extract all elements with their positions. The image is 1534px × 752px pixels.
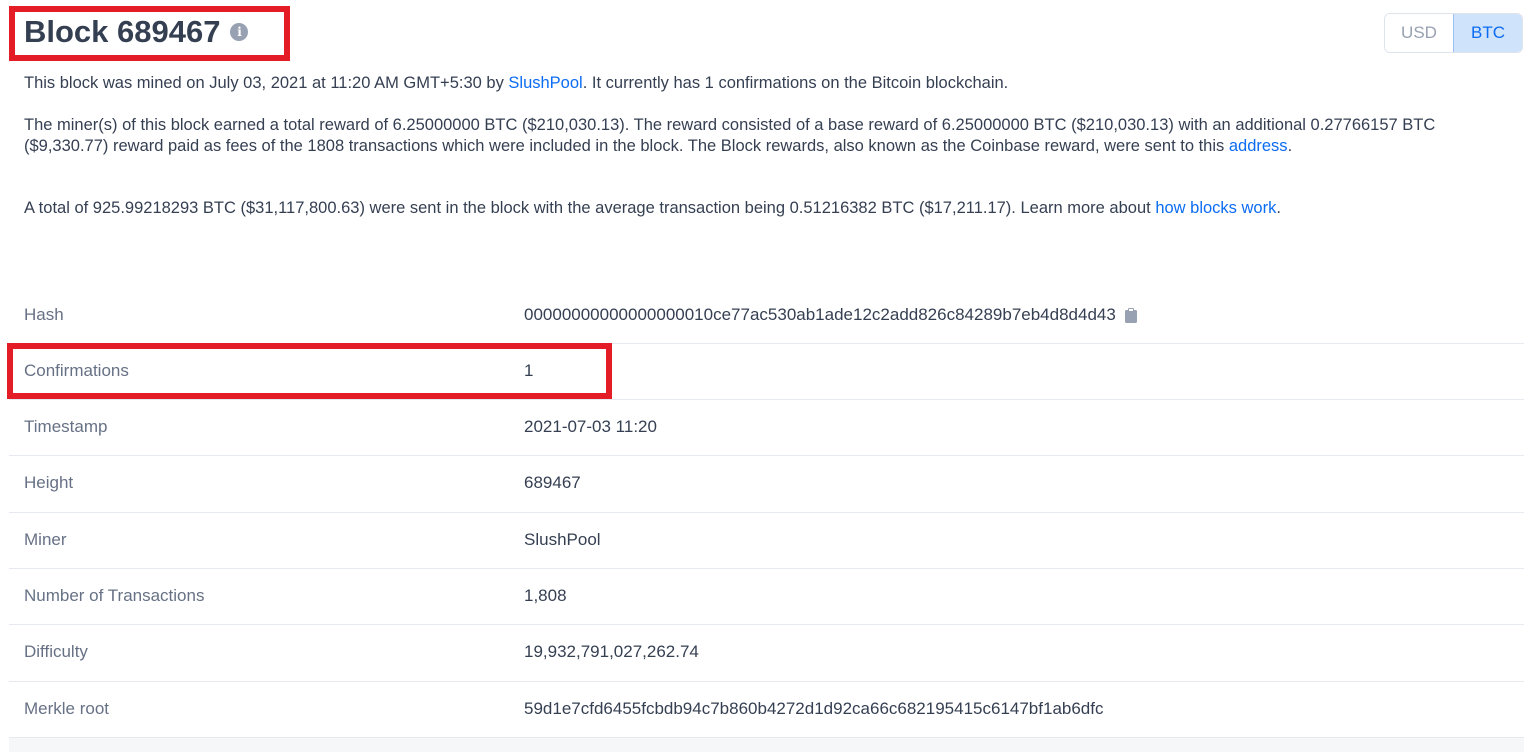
miner-value-link[interactable]: SlushPool [524, 530, 601, 550]
hash-value: 00000000000000000010ce77ac530ab1ade12c2a… [524, 305, 1137, 325]
total-text: A total of 925.99218293 BTC ($31,117,800… [24, 199, 1156, 217]
block-summary-total: A total of 925.99218293 BTC ($31,117,800… [24, 198, 1519, 219]
height-label: Height [24, 473, 74, 492]
table-row-height: Height 689467 [9, 456, 1524, 513]
timestamp-value: 2021-07-03 11:20 [524, 417, 657, 436]
confirmations-label: Confirmations [24, 361, 129, 380]
confirmations-text: . It currently has 1 confirmations on th… [582, 74, 1009, 92]
difficulty-value: 19,932,791,027,262.74 [524, 642, 699, 661]
next-row-strip [9, 738, 1524, 752]
difficulty-label: Difficulty [24, 642, 88, 661]
btc-toggle-button[interactable]: BTC [1453, 14, 1522, 52]
reward-text: The miner(s) of this block earned a tota… [24, 116, 1436, 155]
block-summary-reward: The miner(s) of this block earned a tota… [24, 115, 1519, 157]
num-transactions-label: Number of Transactions [24, 586, 205, 605]
table-row-merkle: Merkle root 59d1e7cfd6455fcbdb94c7b860b4… [9, 682, 1524, 738]
hash-text[interactable]: 00000000000000000010ce77ac530ab1ade12c2a… [524, 305, 1116, 325]
table-row-hash: Hash 00000000000000000010ce77ac530ab1ade… [9, 288, 1524, 344]
usd-toggle-button[interactable]: USD [1385, 14, 1453, 52]
confirmations-value: 1 [524, 361, 534, 380]
mined-text: This block was mined on July 03, 2021 at… [24, 74, 509, 92]
miner-label: Miner [24, 530, 67, 549]
table-row-transactions: Number of Transactions 1,808 [9, 569, 1524, 625]
table-row-miner: Miner SlushPool [9, 513, 1524, 569]
title-highlight-box [9, 6, 290, 61]
timestamp-label: Timestamp [24, 417, 108, 436]
num-transactions-value: 1,808 [524, 586, 567, 605]
total-text-end: . [1276, 199, 1281, 217]
reward-text-end: . [1287, 137, 1293, 155]
address-link[interactable]: address [1229, 137, 1288, 155]
table-row-timestamp: Timestamp 2021-07-03 11:20 [9, 400, 1524, 456]
miner-link[interactable]: SlushPool [508, 74, 582, 92]
how-blocks-work-link[interactable]: how blocks work [1155, 199, 1276, 217]
merkle-label: Merkle root [24, 699, 110, 718]
table-row-confirmations: Confirmations 1 [9, 344, 1524, 400]
currency-toggle: USD BTC [1384, 13, 1523, 53]
height-value: 689467 [524, 473, 581, 492]
block-page: Block 689467 i USD BTC This block was mi… [0, 0, 1534, 752]
hash-label: Hash [24, 305, 64, 324]
clipboard-icon[interactable] [1124, 307, 1137, 323]
table-row-difficulty: Difficulty 19,932,791,027,262.74 [9, 625, 1524, 682]
block-summary-mined: This block was mined on July 03, 2021 at… [24, 73, 1519, 94]
block-details-table: Hash 00000000000000000010ce77ac530ab1ade… [9, 288, 1524, 738]
merkle-value: 59d1e7cfd6455fcbdb94c7b860b4272d1d92ca66… [524, 699, 1104, 718]
